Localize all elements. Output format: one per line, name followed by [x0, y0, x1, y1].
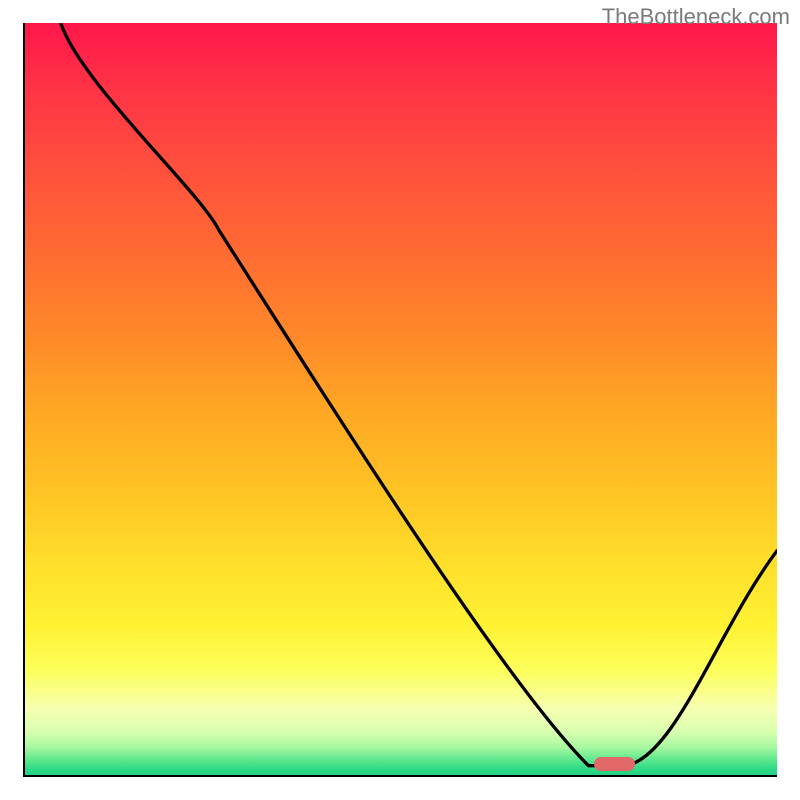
bottleneck-heatmap-background — [23, 23, 777, 777]
optimal-point-marker — [594, 757, 635, 771]
chart-plot-area — [23, 23, 777, 777]
watermark-text: TheBottleneck.com — [602, 4, 790, 30]
